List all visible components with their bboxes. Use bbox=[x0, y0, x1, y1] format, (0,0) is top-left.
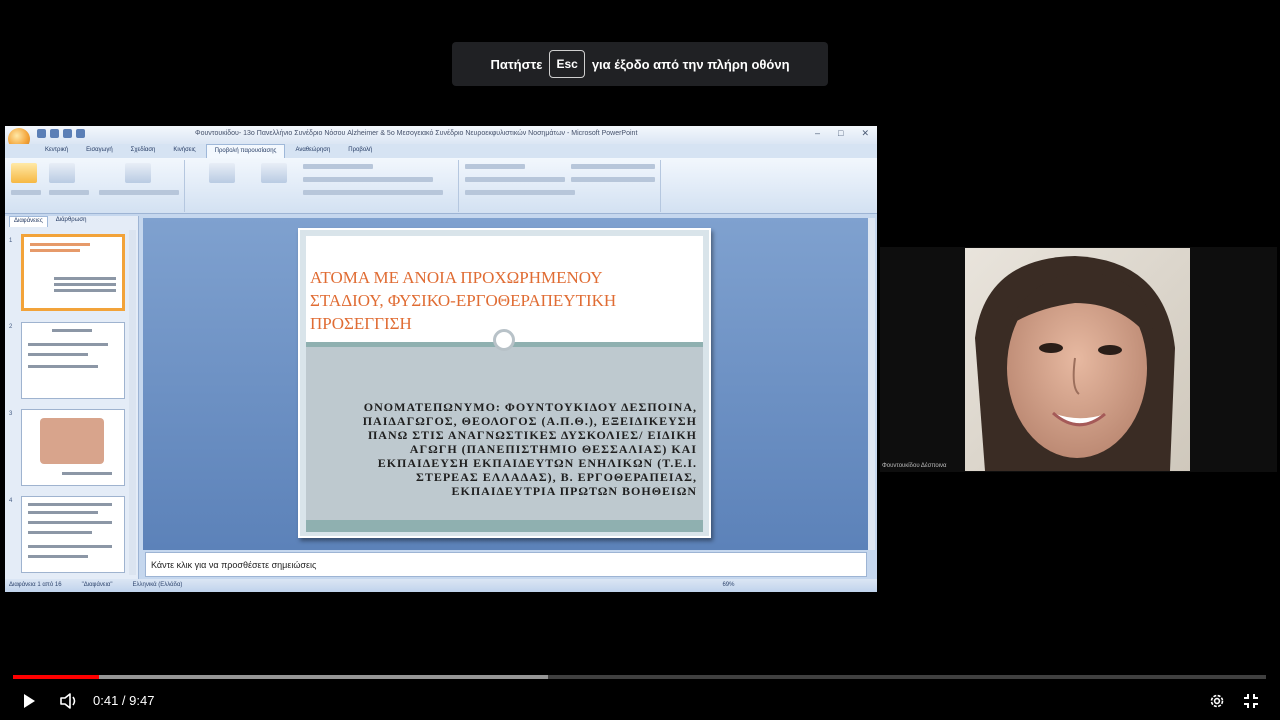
mute-button[interactable] bbox=[56, 690, 82, 712]
notes-pane: Κάντε κλικ για να προσθέσετε σημειώσεις bbox=[145, 552, 867, 577]
ribbon-group-start-show bbox=[7, 160, 185, 212]
fullscreen-toast: Πατήστε Esc για έξοδο από την πλήρη οθόν… bbox=[452, 42, 828, 86]
slide-body-text: ΟΝΟΜΑΤΕΠΩΝΥΜΟ: ΦΟΥΝΤΟΥΚΙΔΟΥ ΔΕΣΠΟΙΝΑ, ΠΑ… bbox=[362, 400, 697, 498]
maximize-icon: □ bbox=[838, 128, 844, 138]
slides-pane: Διαφάνειες Διάρθρωση 1 2 3 4 bbox=[5, 216, 139, 579]
status-zoom: 69% bbox=[722, 582, 735, 588]
play-icon bbox=[24, 694, 35, 708]
slide-thumbnail bbox=[21, 496, 125, 573]
quick-access-toolbar bbox=[37, 129, 85, 138]
slides-pane-scrollbar bbox=[129, 230, 136, 575]
ribbon-tab: Εισαγωγή bbox=[86, 147, 113, 153]
hide-slide-icon bbox=[261, 163, 287, 183]
participant-face-image bbox=[965, 248, 1190, 471]
tab-slides: Διαφάνειες bbox=[9, 216, 48, 227]
ribbon bbox=[5, 158, 877, 214]
video-progress-bar[interactable] bbox=[13, 675, 1266, 679]
participant-video bbox=[965, 248, 1190, 471]
slide-scrollbar bbox=[868, 218, 875, 550]
ribbon-tab-active: Προβολή παρουσίασης bbox=[205, 144, 286, 158]
status-slide-count: Διαφάνεια 1 από 16 bbox=[9, 582, 62, 588]
slides-pane-tabs: Διαφάνειες Διάρθρωση bbox=[5, 216, 138, 227]
volume-icon bbox=[60, 693, 76, 709]
status-language: Ελληνικά (Ελλάδα) bbox=[132, 582, 183, 588]
time-display: 0:41 / 9:47 bbox=[93, 693, 155, 708]
slide-thumbnail bbox=[21, 409, 125, 486]
settings-button[interactable] bbox=[1206, 690, 1228, 712]
ribbon-tab: Προβολή bbox=[348, 147, 373, 153]
ribbon-group-setup bbox=[187, 160, 459, 212]
exit-fullscreen-button[interactable] bbox=[1240, 690, 1262, 712]
shared-screen-powerpoint: Φουντουκίδου- 13ο Πανελλήνιο Συνέδριο Νό… bbox=[5, 126, 877, 592]
window-controls: – □ ✕ bbox=[815, 128, 869, 139]
ribbon-group-monitors bbox=[461, 160, 661, 212]
setup-show-icon bbox=[209, 163, 235, 183]
slide-title: ΑΤΟΜΑ ΜΕ ΑΝΟΙΑ ΠΡΟΧΩΡΗΜΕΝΟΥ ΣΤΑΔΙΟΥ, ΦΥΣ… bbox=[310, 268, 617, 333]
toast-text-after: για έξοδο από την πλήρη οθόνη bbox=[591, 56, 790, 72]
exit-fullscreen-icon bbox=[1244, 694, 1258, 708]
slide-circle-decoration bbox=[493, 329, 515, 351]
minimize-icon: – bbox=[815, 128, 821, 138]
ribbon-tab: Κεντρική bbox=[45, 147, 69, 153]
ppt-status-bar: Διαφάνεια 1 από 16 "Διαφάνεια" Ελληνικά … bbox=[5, 579, 877, 592]
slide-thumbnail bbox=[21, 322, 125, 399]
gear-icon bbox=[1210, 694, 1224, 708]
slide-editing-area: ΑΤΟΜΑ ΜΕ ΑΝΟΙΑ ΠΡΟΧΩΡΗΜΕΝΟΥ ΣΤΑΔΙΟΥ, ΦΥΣ… bbox=[143, 218, 870, 550]
ppt-title-bar: Φουντουκίδου- 13ο Πανελλήνιο Συνέδριο Νό… bbox=[5, 126, 877, 150]
ribbon-tabs: Κεντρική Εισαγωγή Σχεδίαση Κινήσεις Προβ… bbox=[5, 144, 877, 158]
toast-text-before: Πατήστε bbox=[490, 56, 543, 72]
tab-outline: Διάρθρωση bbox=[55, 217, 87, 223]
current-slide: ΑΤΟΜΑ ΜΕ ΑΝΟΙΑ ΠΡΟΧΩΡΗΜΕΝΟΥ ΣΤΑΔΙΟΥ, ΦΥΣ… bbox=[298, 228, 711, 538]
ribbon-tab: Σχεδίαση bbox=[130, 147, 156, 153]
ribbon-tab: Αναθεώρηση bbox=[295, 147, 331, 153]
progress-played bbox=[13, 675, 100, 679]
play-button[interactable] bbox=[17, 690, 41, 712]
esc-key-badge: Esc bbox=[549, 50, 585, 78]
custom-show-icon bbox=[125, 163, 151, 183]
slide-thumbnail bbox=[21, 234, 125, 311]
close-icon: ✕ bbox=[861, 128, 869, 138]
status-theme: "Διαφάνεια" bbox=[81, 582, 113, 588]
ppt-window-title: Φουντουκίδου- 13ο Πανελλήνιο Συνέδριο Νό… bbox=[195, 130, 638, 137]
ribbon-tab: Κινήσεις bbox=[173, 147, 196, 153]
from-beginning-icon bbox=[11, 163, 37, 183]
participant-name: Φουντουκίδου Δέσποινα bbox=[882, 463, 947, 469]
from-current-icon bbox=[49, 163, 75, 183]
